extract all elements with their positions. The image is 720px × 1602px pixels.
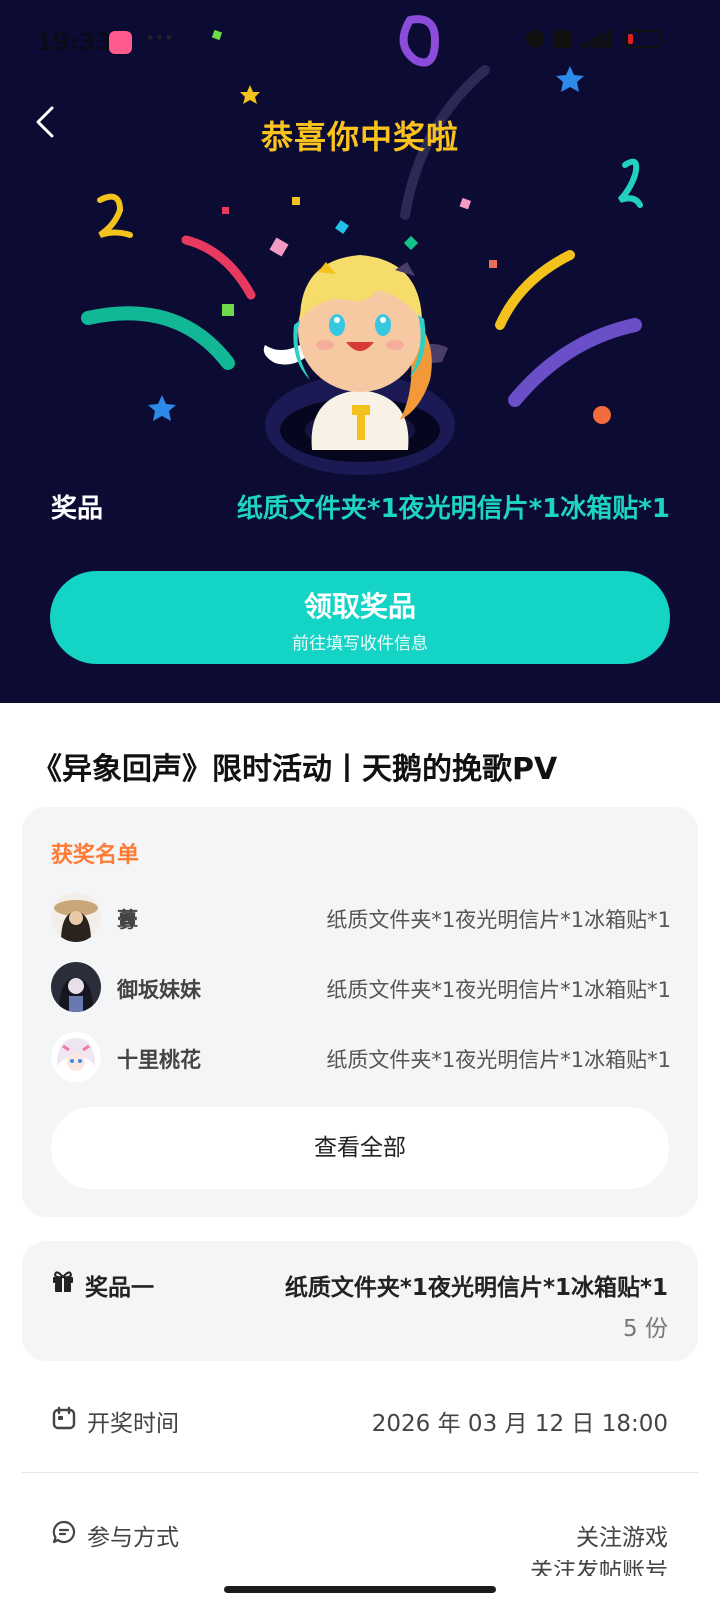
winners-heading: 获奖名单 [51, 843, 140, 868]
winner-name: 十里桃花 [117, 1048, 201, 1072]
draw-time-value: 2026 年 03 月 12 日 18:00 [371, 1411, 668, 1437]
chat-bubble-icon [52, 1520, 76, 1544]
hero-banner: 19:33 ··· 恭喜你中奖啦 奖品 纸质文件夹*1夜光明信片*1冰箱贴*1 … [0, 0, 720, 703]
divider [22, 1472, 698, 1473]
winner-row[interactable]: 虋 纸质文件夹*1夜光明信片*1冰箱贴*1 [51, 892, 671, 944]
view-all-button[interactable]: 查看全部 [51, 1107, 669, 1189]
nfc-icon [554, 30, 572, 48]
status-time: 19:33 [36, 28, 113, 56]
status-more-dots: ··· [146, 26, 175, 51]
winner-name: 虋 [117, 908, 138, 932]
participation-value: 关注游戏 [576, 1525, 668, 1551]
winner-row[interactable]: 十里桃花 纸质文件夹*1夜光明信片*1冰箱贴*1 [51, 1032, 671, 1084]
prize-tier-label: 奖品一 [85, 1275, 154, 1301]
avatar [51, 1032, 101, 1082]
winner-prize: 纸质文件夹*1夜光明信片*1冰箱贴*1 [326, 908, 671, 932]
winner-prize: 纸质文件夹*1夜光明信片*1冰箱贴*1 [326, 1048, 671, 1072]
avatar [51, 892, 101, 942]
winners-card: 获奖名单 虋 纸质文件夹*1夜光明信片*1冰箱贴*1 御坂妹妹 纸质文件夹*1夜… [22, 807, 698, 1217]
claim-prize-button[interactable]: 领取奖品 前往填写收件信息 [50, 571, 670, 664]
claim-button-label: 领取奖品 [303, 590, 416, 623]
prize-tier-quantity: 5 份 [623, 1316, 668, 1342]
signal-icon [582, 30, 614, 48]
participation-label: 参与方式 [87, 1525, 179, 1551]
battery-icon [624, 30, 662, 48]
bilibili-app-icon [109, 31, 132, 54]
draw-time-row: 开奖时间 2026 年 03 月 12 日 18:00 [22, 1378, 698, 1458]
alarm-icon [526, 30, 544, 48]
winner-name: 御坂妹妹 [117, 978, 201, 1002]
prize-label: 奖品 [51, 494, 104, 524]
status-bar: 19:33 ··· [0, 0, 720, 86]
claim-button-sublabel: 前往填写收件信息 [292, 634, 428, 654]
prize-tier-card: 奖品一 纸质文件夹*1夜光明信片*1冰箱贴*1 5 份 [22, 1241, 698, 1361]
winner-prize: 纸质文件夹*1夜光明信片*1冰箱贴*1 [326, 978, 671, 1002]
gift-icon [53, 1271, 73, 1292]
calendar-icon [52, 1406, 76, 1430]
home-indicator[interactable] [224, 1586, 496, 1593]
winner-row[interactable]: 御坂妹妹 纸质文件夹*1夜光明信片*1冰箱贴*1 [51, 962, 671, 1014]
event-title: 《异象回声》限时活动丨天鹅的挽歌PV [32, 752, 558, 787]
prize-tier-items: 纸质文件夹*1夜光明信片*1冰箱贴*1 [284, 1275, 668, 1301]
prize-value: 纸质文件夹*1夜光明信片*1冰箱贴*1 [236, 494, 670, 524]
draw-time-label: 开奖时间 [87, 1411, 179, 1437]
participation-value-cut: 关注发帖账号 [530, 1560, 668, 1576]
avatar [51, 962, 101, 1012]
participation-value-cut-text: 关注发帖账号 [530, 1560, 668, 1576]
status-icons [526, 30, 662, 48]
hero-title: 恭喜你中奖啦 [260, 118, 459, 156]
